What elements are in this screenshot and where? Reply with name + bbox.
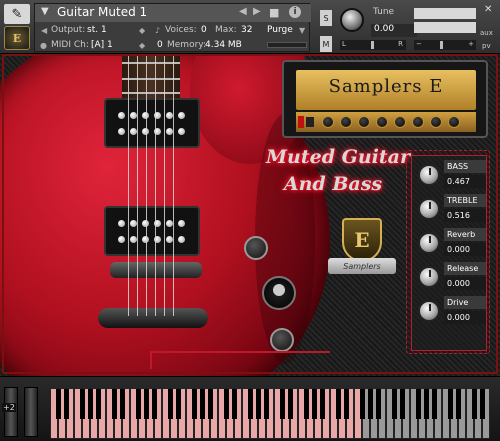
tune-knob[interactable] [340,8,364,32]
black-key[interactable] [319,389,325,419]
midi-channel-value[interactable]: [A] 1 [91,40,113,50]
purge-dropdown[interactable]: Purge [267,25,293,35]
black-key[interactable] [199,389,205,419]
instrument-logo-icon: E [4,26,30,50]
black-key[interactable] [87,389,93,419]
black-key[interactable] [399,389,405,419]
pan-slider[interactable]: L R [340,40,406,50]
black-key[interactable] [455,389,461,419]
black-key[interactable] [207,389,213,419]
black-key[interactable] [135,389,141,419]
black-key[interactable] [143,389,149,419]
black-key[interactable] [119,389,125,419]
keyboard-strip: +2 [0,376,500,441]
volume-slider[interactable]: − + [414,40,476,50]
instrument-panel: Samplers E Muted Guitar And Bass E Sampl… [0,54,500,376]
black-key[interactable] [343,389,349,419]
black-key[interactable] [431,389,437,419]
black-key[interactable] [391,389,397,419]
instrument-name[interactable]: Guitar Muted 1 [57,5,147,19]
black-key[interactable] [79,389,85,419]
black-key[interactable] [311,389,317,419]
output-label: Output: [51,25,86,35]
pan-right-label: R [398,40,403,48]
instrument-info-panel: ▼ Guitar Muted 1 ◀ ▶ ■ i ◀ Output: st. 1… [34,3,311,52]
black-key[interactable] [175,389,181,419]
volume-minus-label: − [416,40,422,48]
black-key[interactable] [111,389,117,419]
max-voices-value[interactable]: 32 [241,25,252,35]
close-icon[interactable]: ✕ [484,4,492,15]
black-key[interactable] [63,389,69,419]
tune-value[interactable]: 0.00 [371,24,417,37]
instrument-frame [2,54,498,374]
voices-icon: ♪ [155,26,161,35]
black-key[interactable] [255,389,261,419]
octave-label[interactable]: +2 [2,403,16,412]
purge-dropdown-icon[interactable]: ▼ [299,26,305,35]
info-icon[interactable]: i [289,6,301,18]
voices-value: 0 [201,25,207,35]
voices-label: Voices: [165,25,197,35]
black-key[interactable] [287,389,293,419]
output-value[interactable]: st. 1 [87,25,107,35]
prev-instrument-icon[interactable]: ◀ [239,6,247,17]
pan-left-label: L [342,40,346,48]
black-key[interactable] [471,389,477,419]
black-key[interactable] [279,389,285,419]
output-arrow-icon: ◀ [41,26,48,35]
camera-icon[interactable]: ■ [269,6,279,19]
memory-count: 0 [157,40,163,50]
black-key[interactable] [55,389,61,419]
output-dropdown-icon[interactable]: ◆ [139,26,145,35]
next-instrument-icon[interactable]: ▶ [253,6,261,17]
black-key[interactable] [263,389,269,419]
black-key[interactable] [95,389,101,419]
memory-value: 4.34 MB [205,40,242,50]
aux-button[interactable]: aux [480,29,493,37]
black-key[interactable] [367,389,373,419]
black-key[interactable] [231,389,237,419]
black-key[interactable] [415,389,421,419]
level-meter-right [414,22,476,33]
level-meter-left [414,8,476,19]
instrument-name-row: ▼ Guitar Muted 1 ◀ ▶ ■ i [35,4,311,22]
black-key[interactable] [423,389,429,419]
mute-button[interactable]: M [320,36,332,52]
pitch-bend-wheel[interactable] [4,387,18,437]
black-key[interactable] [303,389,309,419]
instrument-header: ✎ E ▼ Guitar Muted 1 ◀ ▶ ■ i ◀ Output: s… [0,0,500,54]
midi-dropdown-icon[interactable]: ◆ [139,41,145,50]
volume-plus-label: + [468,40,474,48]
wrench-icon[interactable]: ✎ [4,4,30,24]
collapse-arrow-icon[interactable]: ▼ [41,6,49,17]
memory-label: Memory: [167,40,206,50]
black-key[interactable] [191,389,197,419]
black-key[interactable] [335,389,341,419]
black-key[interactable] [479,389,485,419]
max-label: Max: [215,25,237,35]
black-key[interactable] [151,389,157,419]
pv-button[interactable]: pv [482,42,491,50]
midi-label: MIDI Ch: [51,40,89,50]
solo-button[interactable]: S [320,10,332,26]
piano-keyboard[interactable] [50,389,492,439]
pan-thumb[interactable] [371,41,374,49]
black-key[interactable] [447,389,453,419]
black-key[interactable] [359,389,365,419]
tune-label: Tune [373,7,395,17]
modulation-wheel[interactable] [24,387,38,437]
instrument-mixer-controls: S M Tune 0.00 L R − + ✕ aux pv [316,3,496,52]
black-key[interactable] [223,389,229,419]
purge-meter [267,42,307,48]
black-key[interactable] [375,389,381,419]
black-key[interactable] [247,389,253,419]
black-key[interactable] [167,389,173,419]
volume-thumb[interactable] [440,41,443,49]
midi-icon: ● [40,41,47,50]
